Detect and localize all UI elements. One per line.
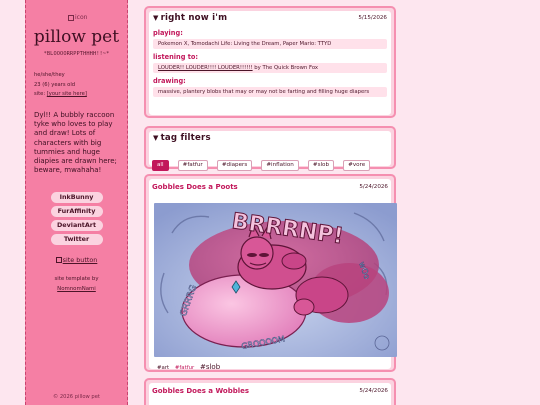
post-body: Gobbles Does a Wobbles 5/24/2026 <box>149 383 391 405</box>
post-body: Gobbles Does a Poots 5/24/2026 BRRRNP! G… <box>149 179 397 371</box>
post-title[interactable]: Gobbles Does a Poots <box>152 183 238 191</box>
tag-filter-inflation[interactable]: #inflation <box>261 160 299 171</box>
twitter-link[interactable]: Twitter <box>50 234 103 245</box>
post-date: 5/24/2026 <box>359 388 388 394</box>
listening-value: LOUDER!! LOUDER!!!! LOUDER!!!!!! by The … <box>153 63 387 73</box>
tag-filter-list: all #fatfur #diapers #inflation #slob #v… <box>152 151 374 171</box>
inkbunny-link[interactable]: InkBunny <box>50 192 103 203</box>
site-icon-image: icon <box>68 14 90 26</box>
tag-filter-fatfur[interactable]: #fatfur <box>177 160 208 171</box>
post-header: Gobbles Does a Wobbles 5/24/2026 <box>149 383 391 401</box>
tag-filters-card: ▼ tag filters all #fatfur #diapers #infla… <box>144 126 396 171</box>
template-credit: site template by NomnomNami <box>26 274 127 294</box>
post-date: 5/24/2026 <box>359 184 388 190</box>
drawing-value: massive, plantery blobs that may or may … <box>153 87 387 97</box>
site-label: site: <box>34 91 46 97</box>
tag-filters-header[interactable]: ▼ tag filters <box>149 131 391 145</box>
site-row: site: [your site here] <box>34 90 87 100</box>
tag-filter-slob[interactable]: #slob <box>307 160 335 171</box>
social-links: InkBunny FurAffinity DeviantArt Twitter <box>26 192 127 248</box>
broken-image-icon <box>68 14 74 21</box>
drawing-label: drawing: <box>153 77 186 85</box>
tag-filter-all[interactable]: all <box>152 160 169 171</box>
site-subtitle: *BLOOOORRPPTHHHH!!~* <box>43 51 110 57</box>
site-title: pillow pet <box>33 27 120 47</box>
playing-label: playing: <box>153 29 183 37</box>
site-icon-alt: icon <box>75 14 88 21</box>
tag-filter-diapers[interactable]: #diapers <box>216 160 253 171</box>
playing-value: Pokemon X, Tomodachi Life: Living the Dr… <box>153 39 387 49</box>
site-link[interactable]: [your site here] <box>47 91 87 97</box>
listening-artist: by The Quick Brown Fox <box>252 65 319 71</box>
post-tag-slob[interactable]: #slob <box>200 363 220 371</box>
collapse-triangle-icon: ▼ <box>153 134 159 142</box>
post-title[interactable]: Gobbles Does a Wobbles <box>152 387 249 395</box>
right-now-header[interactable]: ▼ right now i'm 5/15/2026 <box>149 11 391 25</box>
pronouns: he/she/they <box>34 72 65 78</box>
right-now-heading: right now i'm <box>160 13 228 23</box>
broken-image-icon <box>55 257 62 263</box>
post-header: Gobbles Does a Poots 5/24/2026 <box>149 179 391 197</box>
right-now-date: 5/15/2026 <box>358 15 387 21</box>
copyright: © 2026 pillow pet <box>53 394 100 400</box>
site-button-alt: site button <box>62 256 98 264</box>
post-tag-fatfur[interactable]: #fatfur <box>175 365 194 371</box>
tag-filters-body: ▼ tag filters all #fatfur #diapers #infla… <box>149 131 391 171</box>
sidebar: icon pillow pet *BLOOOORRPPTHHHH!!~* he/… <box>25 0 128 405</box>
tag-filters-heading: tag filters <box>160 133 211 143</box>
listening-track-link[interactable]: LOUDER!! LOUDER!!!! LOUDER!!!!!! <box>158 65 253 71</box>
deviantart-link[interactable]: DeviantArt <box>50 220 103 231</box>
template-text: site template by <box>54 276 99 282</box>
post-card: Gobbles Does a Poots 5/24/2026 BRRRNP! G… <box>144 174 397 372</box>
bio-text: Dyl!! A bubbly raccoon tyke who loves to… <box>34 111 117 175</box>
post-tag-art[interactable]: #art <box>157 365 169 371</box>
listening-label: listening to: <box>153 53 199 61</box>
post-card: Gobbles Does a Wobbles 5/24/2026 <box>144 378 396 405</box>
template-author-link[interactable]: NomnomNami <box>57 286 96 292</box>
post-tags: #art #fatfur #slob <box>157 363 224 371</box>
collapse-triangle-icon: ▼ <box>153 14 159 22</box>
artwork-illustration: BRRRNP! GRRRG wOo GROOOOM <box>154 203 397 357</box>
right-now-card: ▼ right now i'm 5/15/2026 playing: Pokemo… <box>144 6 396 118</box>
site-button-image[interactable]: site button <box>26 256 127 264</box>
post-artwork-image[interactable]: BRRRNP! GRRRG wOo GROOOOM <box>154 203 397 357</box>
profile-meta: he/she/they 23 (6) years old site: [your… <box>34 71 87 100</box>
furaffinity-link[interactable]: FurAffinity <box>50 206 103 217</box>
right-now-body: ▼ right now i'm 5/15/2026 playing: Pokemo… <box>149 11 391 115</box>
tag-filter-vore[interactable]: #vore <box>343 160 371 171</box>
age: 23 (6) years old <box>34 81 76 88</box>
